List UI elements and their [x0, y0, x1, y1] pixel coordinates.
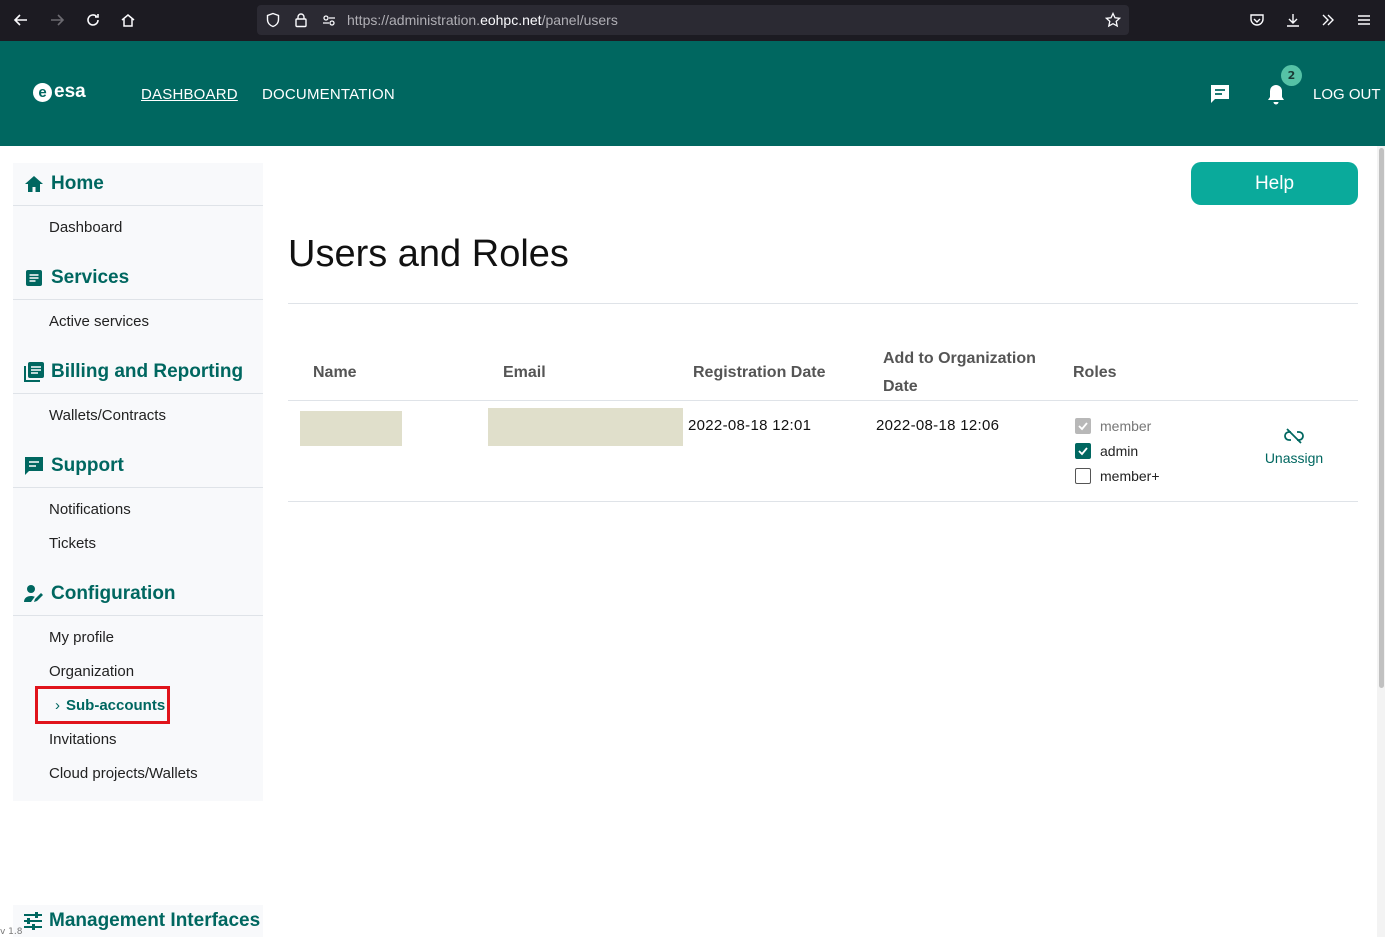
- message-icon: [23, 455, 45, 477]
- sidebar-section-title: Configuration: [51, 583, 176, 604]
- sidebar-section-title: Home: [51, 173, 104, 194]
- column-header-name: Name: [313, 364, 357, 381]
- column-header-add-date-line1: Add to Organization: [883, 350, 1036, 367]
- url-text[interactable]: https://administration.eohpc.net/panel/u…: [347, 12, 618, 28]
- sidebar-section-configuration[interactable]: Configuration: [13, 573, 263, 616]
- unassign-label: Unassign: [1264, 450, 1324, 466]
- role-member: member: [1075, 418, 1151, 434]
- version-label: v 1.8: [0, 927, 23, 937]
- notification-badge[interactable]: 2: [1281, 65, 1302, 86]
- download-icon[interactable]: [1281, 8, 1305, 32]
- sidebar-item-notifications[interactable]: Notifications: [49, 501, 131, 518]
- sidebar-item-active-services[interactable]: Active services: [49, 313, 149, 330]
- unlink-icon: [1283, 428, 1305, 444]
- table-header-divider: [288, 400, 1358, 401]
- role-admin-checkbox[interactable]: [1075, 443, 1091, 459]
- library-icon: [23, 361, 45, 383]
- address-bar[interactable]: https://administration.eohpc.net/panel/u…: [257, 5, 1129, 35]
- sidebar-item-organization[interactable]: Organization: [49, 663, 134, 680]
- sidebar-section-billing[interactable]: Billing and Reporting: [13, 351, 263, 394]
- sidebar-section-title: Billing and Reporting: [51, 361, 244, 382]
- column-header-roles: Roles: [1073, 364, 1117, 381]
- column-header-add-date-line2: Date: [883, 378, 918, 395]
- nav-documentation[interactable]: DOCUMENTATION: [262, 86, 395, 103]
- table-row-divider: [288, 501, 1358, 502]
- column-header-registration-date: Registration Date: [693, 364, 826, 381]
- sidebar-section-home[interactable]: Home: [13, 163, 263, 206]
- role-member-plus-checkbox[interactable]: [1075, 468, 1091, 484]
- sidebar-section-management[interactable]: Management Interfaces: [13, 905, 263, 937]
- browser-toolbar: https://administration.eohpc.net/panel/u…: [0, 0, 1385, 41]
- shield-icon[interactable]: [261, 8, 285, 32]
- esa-logo-text: esa: [54, 81, 86, 102]
- nav-dashboard[interactable]: DASHBOARD: [141, 86, 238, 103]
- sidebar-item-cloud-projects[interactable]: Cloud projects/Wallets: [49, 765, 198, 782]
- sidebar-item-tickets[interactable]: Tickets: [49, 535, 96, 552]
- hamburger-menu-icon[interactable]: [1352, 8, 1376, 32]
- overflow-chevrons-icon[interactable]: [1316, 8, 1340, 32]
- site-header: e esa DASHBOARD DOCUMENTATION 2 LOG OUT: [0, 41, 1385, 146]
- user-edit-icon: [23, 583, 45, 605]
- permissions-icon[interactable]: [317, 8, 341, 32]
- column-header-email: Email: [503, 364, 546, 381]
- role-label: member: [1100, 418, 1152, 434]
- list-icon: [23, 267, 45, 289]
- role-member-plus[interactable]: member+: [1075, 468, 1160, 484]
- sidebar-section-services[interactable]: Services: [13, 257, 263, 300]
- home-icon: [23, 173, 45, 195]
- role-label: admin: [1100, 443, 1139, 459]
- home-browser-icon[interactable]: [116, 8, 140, 32]
- bell-icon[interactable]: [1265, 83, 1287, 111]
- forward-arrow-icon[interactable]: [45, 8, 69, 32]
- column-header-add-date: Add to Organization Date: [883, 345, 1036, 401]
- registration-date-cell: 2022-08-18 12:01: [688, 417, 812, 434]
- sidebar-item-invitations[interactable]: Invitations: [49, 731, 117, 748]
- logout-link[interactable]: LOG OUT: [1313, 86, 1381, 103]
- pocket-icon[interactable]: [1245, 8, 1269, 32]
- sidebar-item-wallets-contracts[interactable]: Wallets/Contracts: [49, 407, 166, 424]
- page-title: Users and Roles: [288, 233, 569, 275]
- role-member-checkbox: [1075, 418, 1091, 434]
- esa-logo[interactable]: e esa: [33, 81, 86, 103]
- sidebar-section-title: Support: [51, 455, 124, 476]
- role-label: member+: [1100, 468, 1160, 484]
- reload-icon[interactable]: [81, 8, 105, 32]
- unassign-button[interactable]: Unassign: [1262, 428, 1326, 466]
- bookmark-star-icon[interactable]: [1101, 8, 1125, 32]
- scrollbar-thumb[interactable]: [1379, 148, 1384, 688]
- role-admin[interactable]: admin: [1075, 443, 1138, 459]
- sidebar-section-title: Services: [51, 267, 130, 288]
- chat-icon[interactable]: [1209, 83, 1231, 109]
- sidebar-item-my-profile[interactable]: My profile: [49, 629, 114, 646]
- esa-logo-mark: e: [33, 82, 52, 102]
- lock-icon[interactable]: [289, 8, 313, 32]
- sliders-icon: [23, 912, 43, 930]
- redacted-email: [488, 408, 683, 446]
- redacted-name: [300, 411, 402, 446]
- sidebar-section-support[interactable]: Support: [13, 445, 263, 488]
- back-arrow-icon[interactable]: [9, 8, 33, 32]
- sidebar-section-title: Management Interfaces: [49, 910, 261, 931]
- divider: [288, 303, 1358, 304]
- add-date-cell: 2022-08-18 12:06: [876, 417, 1000, 434]
- help-button[interactable]: Help: [1191, 162, 1358, 205]
- sidebar-item-dashboard[interactable]: Dashboard: [49, 219, 122, 236]
- highlight-annotation: [35, 686, 170, 724]
